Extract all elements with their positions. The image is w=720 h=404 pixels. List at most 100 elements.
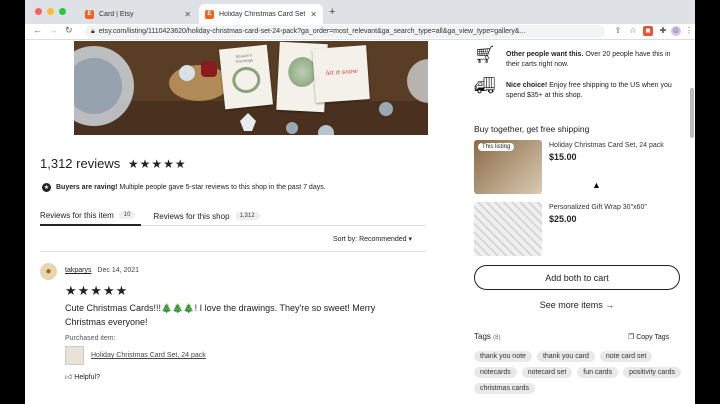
bookmark-star-icon[interactable]: ☆ [628, 26, 638, 36]
tab-label: Reviews for this item [40, 210, 114, 220]
bundle-product-1[interactable]: This listing Holiday Christmas Card Set,… [474, 140, 680, 196]
share-icon[interactable]: ⇪ [613, 26, 623, 36]
close-tab-icon[interactable]: ✕ [184, 10, 191, 19]
add-both-to-cart-button[interactable]: Add both to cart [474, 265, 680, 290]
tab-reviews-item[interactable]: Reviews for this item 10 [40, 206, 142, 226]
christmas-card-3: let it snow [312, 45, 370, 103]
wreath-illustration [231, 65, 262, 95]
see-more-items-link[interactable]: See more items → [474, 300, 680, 310]
buyers-raving-note: ★ Buyers are raving! Multiple people gav… [42, 183, 326, 192]
tab-count-badge: 10 [118, 211, 136, 219]
bundle-product-2[interactable]: Personalized Gift Wrap 30"x60" $25.00 [474, 202, 680, 258]
extension-icon[interactable]: ■ [643, 26, 653, 36]
reload-icon[interactable]: ↻ [65, 25, 73, 36]
puzzle-extensions-icon[interactable]: ✚ [658, 26, 668, 36]
close-tab-icon[interactable]: ✕ [310, 10, 317, 19]
purchased-item-link[interactable]: Holiday Christmas Card Set, 24 pack [91, 352, 206, 359]
link-label: See more items [539, 300, 603, 310]
avatar[interactable]: ● [40, 263, 57, 280]
note-text: Multiple people gave 5-star reviews to t… [119, 184, 326, 191]
review-text: Cute Christmas Cards!!!🎄🎄🎄! I love the d… [65, 303, 376, 327]
copy-tags-label: Copy Tags [636, 334, 670, 341]
tags-heading: Tags (8) [474, 332, 500, 341]
reviews-tabs: Reviews for this item 10 Reviews for thi… [40, 206, 426, 226]
browser-toolbar: ← → ↻ 🔒︎ etsy.com/listing/1110423620/hol… [25, 24, 695, 40]
product-price: $15.00 [549, 152, 577, 162]
scrollbar[interactable] [690, 41, 694, 404]
purchased-item-label: Purchased item: [65, 335, 116, 342]
profile-avatar-icon[interactable]: ☺ [671, 26, 681, 36]
window-controls [35, 8, 66, 15]
purchased-item-thumbnail[interactable] [65, 346, 84, 365]
tags-list: thank you note thank you card note card … [474, 351, 684, 394]
reviews-heading: 1,312 reviews ★★★★★ [40, 156, 187, 171]
tab-label: Reviews for this shop [153, 211, 230, 221]
new-tab-button[interactable]: + [329, 6, 335, 18]
reviews-star-rating: ★★★★★ [127, 157, 187, 171]
tag-chip[interactable]: thank you card [536, 351, 595, 362]
shopping-cart-icon: 🛒︎ [474, 45, 496, 64]
helpful-label: Helpful? [74, 374, 100, 381]
tag-chip[interactable]: thank you note [474, 351, 532, 362]
product-name[interactable]: Holiday Christmas Card Set, 24 pack [549, 142, 664, 149]
sort-dropdown[interactable]: Sort by: Recommended ▾ [333, 235, 412, 243]
copy-tags-button[interactable]: ❐ Copy Tags [628, 333, 669, 341]
address-bar[interactable]: 🔒︎ etsy.com/listing/1110423620/holiday-c… [85, 25, 605, 38]
listing-hero-image: Season's Greetings let it snow [74, 41, 428, 135]
cart-demand-info: 🛒︎ Other people want this. Over 20 peopl… [474, 45, 680, 74]
etsy-favicon-icon: E [205, 9, 214, 19]
browser-tab-holiday-card-set[interactable]: E Holiday Christmas Card Set 24 ✕ [199, 4, 323, 24]
close-window-button[interactable] [35, 8, 42, 15]
sort-label: Sort by: Recommended [333, 236, 407, 243]
review-meta: takparys Dec 14, 2021 [65, 267, 139, 274]
url-text: etsy.com/listing/1110423620/holiday-chri… [98, 28, 526, 35]
purchased-item[interactable]: Holiday Christmas Card Set, 24 pack [65, 346, 206, 365]
tag-chip[interactable]: positivity cards [623, 367, 681, 378]
tab-reviews-shop[interactable]: Reviews for this shop 1,312 [153, 206, 260, 226]
product-price: $25.00 [549, 214, 577, 224]
review-date: Dec 14, 2021 [97, 267, 140, 274]
card-greeting: Season's Greetings [235, 52, 254, 64]
star-badge-icon: ★ [42, 183, 51, 192]
delivery-truck-icon: 🚚︎ [474, 76, 496, 95]
back-icon[interactable]: ← [33, 25, 42, 35]
tab-title: Holiday Christmas Card Set 24 [219, 10, 306, 18]
scrollbar-thumb[interactable] [690, 88, 694, 138]
product-name[interactable]: Personalized Gift Wrap 30"x60" [549, 204, 647, 211]
tags-title: Tags [474, 332, 491, 341]
arrow-right-icon: → [605, 300, 615, 310]
this-listing-badge: This listing [478, 143, 515, 151]
tag-chip[interactable]: note card set [599, 351, 653, 362]
tag-chip[interactable]: notecards [474, 367, 517, 378]
free-shipping-info: 🚚︎ Nice choice! Enjoy free shipping to t… [474, 76, 680, 105]
review-star-rating: ★★★★★ [65, 283, 129, 298]
menu-kebab-icon[interactable]: ⋮ [684, 26, 694, 36]
chevron-down-icon: ▾ [408, 236, 413, 243]
tab-bar: E Card | Etsy ✕ E Holiday Christmas Card… [25, 0, 695, 24]
forward-icon[interactable]: → [49, 25, 58, 35]
tag-chip[interactable]: notecard set [521, 367, 573, 378]
tag-chip[interactable]: christmas cards [474, 383, 536, 394]
christmas-card-1: Season's Greetings [218, 44, 274, 110]
browser-tab-card-etsy[interactable]: E Card | Etsy ✕ [79, 4, 197, 24]
minimize-window-button[interactable] [47, 8, 54, 15]
tag-chip[interactable]: fun cards [577, 367, 619, 378]
product-thumbnail[interactable] [474, 202, 542, 256]
page-content: Season's Greetings let it snow 1,312 rev… [25, 41, 695, 404]
tab-title: Card | Etsy [99, 10, 134, 18]
reviewer-name-link[interactable]: takparys [65, 267, 91, 274]
thumbs-up-icon: 👍︎ [65, 374, 73, 381]
helpful-button[interactable]: 👍︎ Helpful? [65, 372, 100, 381]
browser-window: E Card | Etsy ✕ E Holiday Christmas Card… [25, 0, 695, 404]
mouse-cursor-icon: ▲ [592, 180, 601, 190]
card-snow-text: let it snow [325, 67, 358, 78]
sidebar: 🛒︎ Other people want this. Over 20 peopl… [474, 41, 694, 404]
info-bold: Nice choice! [506, 82, 548, 89]
button-label: Add both to cart [545, 272, 609, 283]
note-bold: Buyers are raving! [56, 184, 118, 191]
divider [40, 251, 426, 252]
tab-count-badge: 1,312 [234, 212, 260, 220]
maximize-window-button[interactable] [59, 8, 66, 15]
product-thumbnail[interactable]: This listing [474, 140, 542, 194]
tags-count: (8) [493, 335, 501, 341]
